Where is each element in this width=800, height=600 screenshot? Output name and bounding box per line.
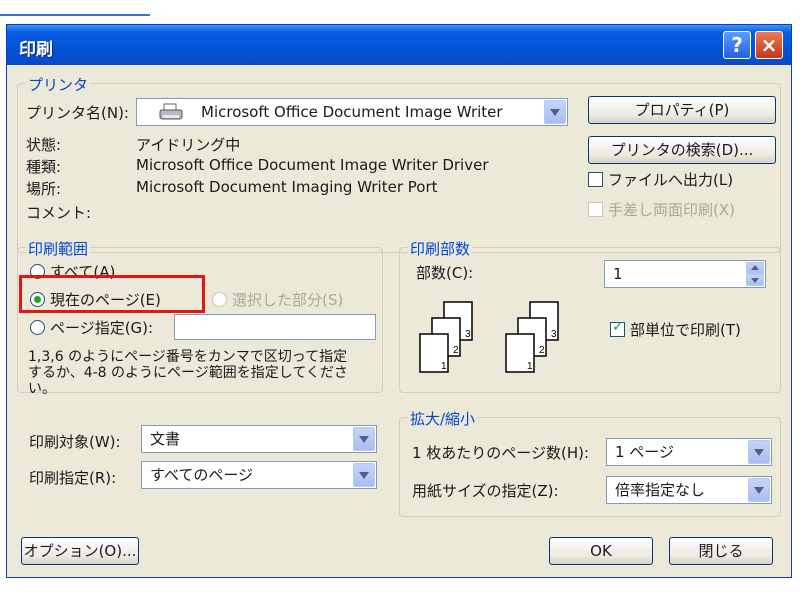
close-icon[interactable]: × (755, 31, 783, 59)
print-label: 印刷指定(R): (29, 469, 117, 487)
find-printer-button[interactable]: プリンタの検索(D)... (588, 136, 776, 164)
scale-label: 用紙サイズの指定(Z): (412, 482, 559, 500)
scale-value: 倍率指定なし (615, 481, 706, 499)
print-what-select[interactable]: 文書 (141, 425, 377, 453)
collate-page-2-a: 2 (453, 345, 459, 356)
type-label: 種類: (26, 158, 62, 176)
print-dialog: 印刷 ? × プリンタ プリンタ名(N): Microsoft Office D… (6, 24, 792, 578)
print-to-file-label[interactable]: ファイルへ出力(L) (608, 169, 733, 190)
current-page-highlight (19, 275, 205, 313)
chevron-down-icon[interactable] (353, 427, 375, 451)
page-range-hint-3: い。 (28, 381, 56, 397)
help-button[interactable]: ? (723, 31, 751, 59)
type-value: Microsoft Office Document Image Writer D… (136, 156, 489, 174)
zoom-legend: 拡大/縮小 (408, 408, 478, 429)
printer-legend: プリンタ (26, 74, 91, 95)
pages-label[interactable]: ページ指定(G): (50, 317, 153, 338)
collate-page-1-a: 1 (441, 361, 447, 372)
copies-group: 印刷部数 部数(C): 1 3 2 1 3 2 1 ✓ 部単位で印刷(T) (399, 238, 781, 393)
status-value: アイドリング中 (136, 136, 241, 154)
printer-name-label: プリンタ名(N): (26, 104, 129, 122)
collate-label[interactable]: 部単位で印刷(T) (630, 319, 741, 340)
background-window-edge (0, 0, 150, 16)
collate-page-2-b: 2 (539, 345, 545, 356)
pages-per-sheet-select[interactable]: 1 ページ (606, 438, 772, 466)
collate-page-3-b: 3 (551, 329, 557, 340)
selection-radio[interactable] (212, 292, 227, 307)
title-bar: 印刷 ? × (7, 25, 791, 65)
collate-pages-icon: 3 2 1 3 2 1 (419, 301, 559, 373)
printer-name-value: Microsoft Office Document Image Writer (201, 103, 503, 121)
selection-label[interactable]: 選択した部分(S) (232, 289, 343, 310)
ok-button[interactable]: OK (549, 537, 653, 565)
page-range-hint-2: するか、4-8 のようにページ範囲を指定してくださ (28, 365, 348, 381)
copies-count-label: 部数(C): (416, 264, 474, 282)
spin-down-icon[interactable] (746, 274, 764, 286)
collate-checkbox[interactable] (610, 319, 625, 337)
copies-legend: 印刷部数 (408, 238, 473, 259)
properties-button[interactable]: プロパティ(P) (588, 96, 776, 124)
print-select[interactable]: すべてのページ (141, 461, 377, 489)
scale-select[interactable]: 倍率指定なし (606, 476, 772, 504)
manual-duplex-label[interactable]: 手差し両面印刷(X) (608, 199, 735, 220)
where-label: 場所: (26, 180, 62, 198)
window-title: 印刷 (19, 40, 53, 60)
chevron-down-icon[interactable] (353, 463, 375, 487)
comment-label: コメント: (26, 204, 92, 222)
print-value: すべてのページ (150, 466, 254, 484)
page-range-group: 印刷範囲 すべて(A) 現在のページ(E) 選択した部分(S) ページ指定(G)… (17, 238, 383, 397)
pages-radio[interactable] (30, 320, 45, 335)
printer-icon (159, 103, 183, 120)
zoom-group: 拡大/縮小 1 枚あたりのページ数(H): 1 ページ 用紙サイズの指定(Z):… (399, 408, 781, 517)
printer-name-select[interactable]: Microsoft Office Document Image Writer (136, 98, 568, 126)
page-range-legend: 印刷範囲 (26, 238, 91, 259)
close-button[interactable]: 閉じる (669, 537, 773, 565)
status-label: 状態: (26, 136, 62, 154)
collate-page-1-b: 1 (527, 361, 533, 372)
pages-input[interactable] (174, 314, 376, 340)
chevron-down-icon[interactable] (748, 478, 770, 502)
copies-count-spinner[interactable]: 1 (604, 260, 766, 288)
copies-count-value: 1 (613, 265, 623, 283)
printer-group: プリンタ プリンタ名(N): Microsoft Office Document… (17, 74, 781, 253)
collate-page-3-a: 3 (465, 329, 471, 340)
manual-duplex-checkbox[interactable] (588, 202, 603, 217)
pages-per-sheet-label: 1 枚あたりのページ数(H): (412, 444, 590, 462)
options-button[interactable]: オプション(O)... (21, 537, 139, 565)
pages-per-sheet-value: 1 ページ (615, 443, 675, 461)
spin-up-icon[interactable] (746, 262, 764, 274)
chevron-down-icon[interactable] (544, 100, 566, 124)
print-what-label: 印刷対象(W): (29, 433, 121, 451)
chevron-down-icon[interactable] (748, 440, 770, 464)
print-to-file-checkbox[interactable] (588, 172, 603, 187)
print-what-value: 文書 (150, 430, 181, 448)
where-value: Microsoft Document Imaging Writer Port (136, 178, 438, 196)
